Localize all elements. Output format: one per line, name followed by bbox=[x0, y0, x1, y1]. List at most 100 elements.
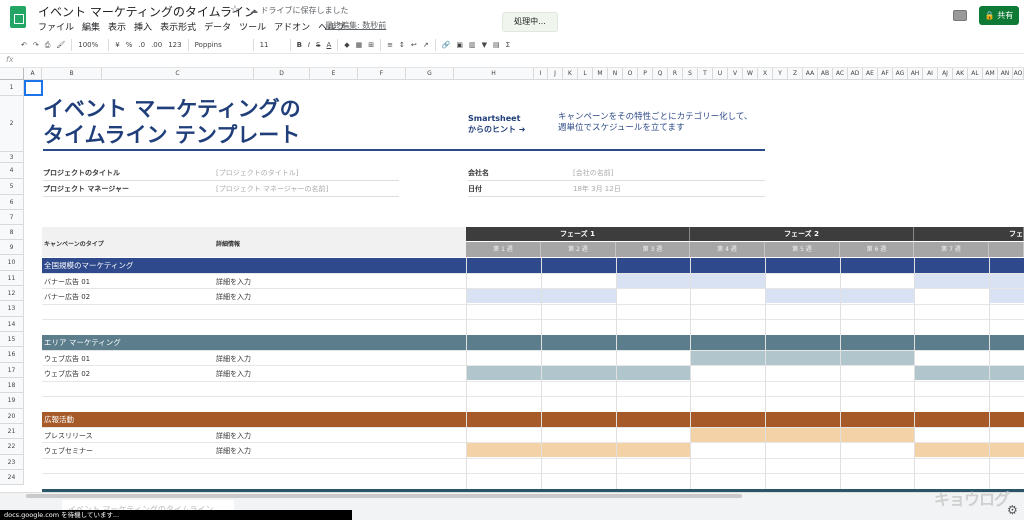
align-horizontal-icon[interactable]: ≡ bbox=[384, 37, 396, 53]
column-header[interactable]: AG bbox=[893, 68, 908, 80]
text-color-button[interactable]: A bbox=[323, 37, 334, 53]
column-header[interactable]: AC bbox=[833, 68, 848, 80]
date-value[interactable]: 18年 3月 12日 bbox=[573, 184, 621, 194]
row-header[interactable]: 1 bbox=[0, 80, 24, 96]
column-header[interactable]: W bbox=[743, 68, 758, 80]
selected-cell[interactable] bbox=[24, 80, 43, 96]
column-header[interactable]: AN bbox=[998, 68, 1013, 80]
filter-views-icon[interactable]: ▤ bbox=[490, 37, 503, 53]
row-header[interactable]: 13 bbox=[0, 301, 24, 317]
menu-view[interactable]: 表示 bbox=[108, 20, 126, 33]
column-header[interactable]: J bbox=[548, 68, 563, 80]
column-header[interactable]: AI bbox=[923, 68, 938, 80]
row-header[interactable]: 17 bbox=[0, 363, 24, 378]
column-header[interactable]: I bbox=[534, 68, 548, 80]
text-rotate-icon[interactable]: ↗ bbox=[420, 37, 432, 53]
horizontal-scrollbar[interactable] bbox=[26, 494, 742, 498]
row-item-label[interactable]: プレスリリース bbox=[44, 431, 93, 441]
column-header[interactable]: H bbox=[454, 68, 534, 80]
row-header[interactable]: 2 bbox=[0, 96, 24, 152]
column-header[interactable]: C bbox=[102, 68, 254, 80]
company-value[interactable]: [会社の名前] bbox=[573, 168, 613, 178]
column-header[interactable]: AB bbox=[818, 68, 833, 80]
row-item-label[interactable]: バナー広告 01 bbox=[44, 277, 90, 287]
row-header[interactable]: 10 bbox=[0, 255, 24, 271]
menu-addons[interactable]: アドオン bbox=[274, 20, 310, 33]
redo-icon[interactable]: ↷ bbox=[30, 37, 42, 53]
insert-chart-icon[interactable]: ▥ bbox=[466, 37, 479, 53]
column-header[interactable]: M bbox=[593, 68, 608, 80]
zoom-select[interactable]: 100% bbox=[75, 37, 105, 53]
row-header[interactable]: 15 bbox=[0, 332, 24, 347]
column-header[interactable]: AH bbox=[908, 68, 923, 80]
column-header[interactable]: AE bbox=[863, 68, 878, 80]
row-item-label[interactable]: ウェブセミナー bbox=[44, 446, 93, 456]
row-header[interactable]: 20 bbox=[0, 409, 24, 424]
row-item-detail[interactable]: 詳細を入力 bbox=[216, 431, 251, 441]
comment-icon[interactable] bbox=[953, 10, 967, 21]
column-header[interactable]: AL bbox=[968, 68, 983, 80]
row-header[interactable]: 18 bbox=[0, 378, 24, 393]
increase-decimal-button[interactable]: .00 bbox=[148, 37, 165, 53]
column-header[interactable]: A bbox=[24, 68, 42, 80]
functions-icon[interactable]: Σ bbox=[503, 37, 513, 53]
manager-value[interactable]: [プロジェクト マネージャーの名前] bbox=[216, 184, 328, 194]
select-all-corner[interactable] bbox=[0, 68, 24, 80]
row-item-label[interactable]: ウェブ広告 02 bbox=[44, 369, 90, 379]
row-item-detail[interactable]: 詳細を入力 bbox=[216, 354, 251, 364]
column-header[interactable]: AK bbox=[953, 68, 968, 80]
column-header[interactable]: N bbox=[608, 68, 623, 80]
sheets-logo-icon[interactable] bbox=[10, 6, 26, 28]
column-header[interactable]: V bbox=[728, 68, 743, 80]
row-header[interactable]: 16 bbox=[0, 347, 24, 363]
last-edit-link[interactable]: 最終編集: 数秒前 bbox=[325, 20, 386, 31]
row-item-label[interactable]: ウェブ広告 01 bbox=[44, 354, 90, 364]
column-header[interactable]: D bbox=[254, 68, 310, 80]
font-select[interactable]: Poppins bbox=[192, 37, 250, 53]
row-header[interactable]: 4 bbox=[0, 163, 24, 179]
column-header[interactable]: AO bbox=[1013, 68, 1024, 80]
currency-button[interactable]: ¥ bbox=[112, 37, 122, 53]
formula-bar[interactable]: fx bbox=[0, 54, 1024, 68]
insert-comment-icon[interactable]: ▣ bbox=[453, 37, 466, 53]
align-vertical-icon[interactable]: ↕ bbox=[396, 37, 408, 53]
row-item-detail[interactable]: 詳細を入力 bbox=[216, 369, 251, 379]
borders-icon[interactable]: ▦ bbox=[353, 37, 366, 53]
star-icon[interactable]: ☆ bbox=[230, 3, 240, 16]
column-header[interactable]: K bbox=[563, 68, 578, 80]
insert-link-icon[interactable]: 🔗 bbox=[439, 37, 454, 53]
row-header[interactable]: 22 bbox=[0, 439, 24, 455]
document-title[interactable]: イベント マーケティングのタイムライン bbox=[38, 3, 256, 20]
menu-tools[interactable]: ツール bbox=[239, 20, 266, 33]
row-header[interactable]: 23 bbox=[0, 455, 24, 470]
column-header[interactable]: L bbox=[578, 68, 593, 80]
merge-cells-icon[interactable]: ⊞ bbox=[365, 37, 377, 53]
menu-insert[interactable]: 挿入 bbox=[134, 20, 152, 33]
column-header[interactable]: B bbox=[42, 68, 102, 80]
more-formats-button[interactable]: 123 bbox=[165, 37, 184, 53]
column-header[interactable]: G bbox=[406, 68, 454, 80]
row-header[interactable]: 11 bbox=[0, 271, 24, 286]
column-header[interactable]: Y bbox=[773, 68, 788, 80]
column-header[interactable]: R bbox=[668, 68, 683, 80]
menu-data[interactable]: データ bbox=[204, 20, 231, 33]
bold-button[interactable]: B bbox=[294, 37, 305, 53]
menu-file[interactable]: ファイル bbox=[38, 20, 74, 33]
gear-icon[interactable]: ⚙ bbox=[1007, 503, 1018, 517]
undo-icon[interactable]: ↶ bbox=[18, 37, 30, 53]
row-header[interactable]: 9 bbox=[0, 240, 24, 255]
row-item-detail[interactable]: 詳細を入力 bbox=[216, 277, 251, 287]
column-header[interactable]: X bbox=[758, 68, 773, 80]
paint-format-icon[interactable]: 🖌 bbox=[53, 37, 68, 53]
column-header[interactable]: Q bbox=[653, 68, 668, 80]
column-header[interactable]: AA bbox=[803, 68, 818, 80]
row-header[interactable]: 14 bbox=[0, 317, 24, 332]
fill-color-icon[interactable]: ◆ bbox=[341, 37, 352, 53]
column-header[interactable]: AJ bbox=[938, 68, 953, 80]
smartsheet-hint-link[interactable]: Smartsheet からのヒント ➜ bbox=[468, 113, 526, 135]
menu-edit[interactable]: 編集 bbox=[82, 20, 100, 33]
column-header[interactable]: F bbox=[358, 68, 406, 80]
strikethrough-button[interactable]: S bbox=[313, 37, 323, 53]
row-header[interactable]: 7 bbox=[0, 210, 24, 225]
filter-icon[interactable]: ▼ bbox=[479, 37, 490, 53]
